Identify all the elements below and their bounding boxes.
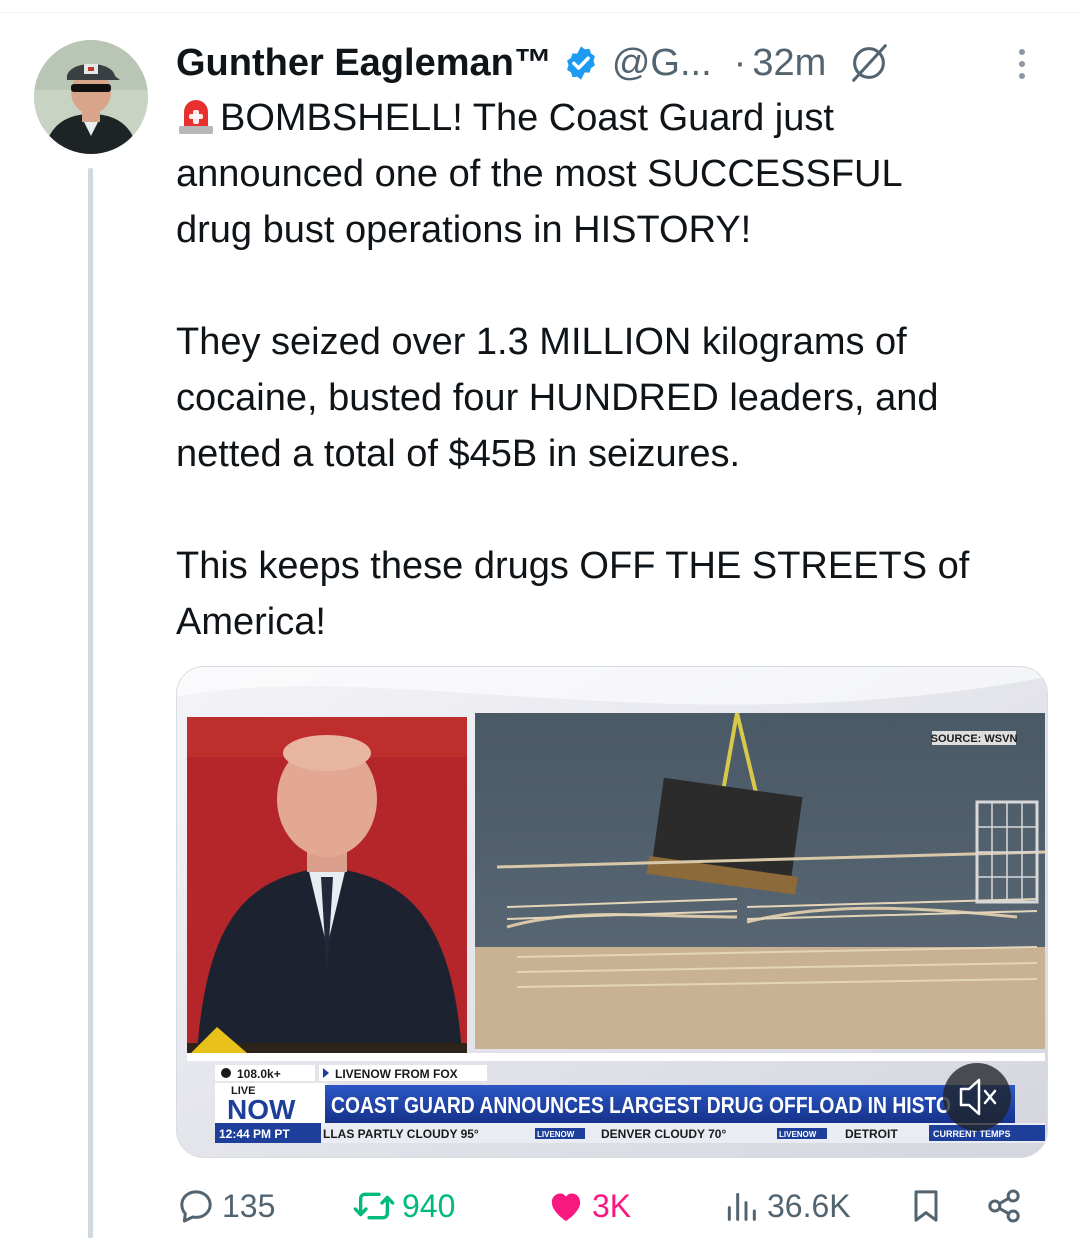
post-text: BOMBSHELL! The Coast Guard just announce… — [176, 90, 1056, 650]
video-frame: SOURCE: WSVN 108.0k+ LIVENOW FROM FOX LI… — [177, 667, 1047, 1157]
livenow-from-fox: LIVENOW FROM FOX — [335, 1067, 458, 1081]
like-count: 3K — [592, 1187, 632, 1224]
reply-count: 135 — [222, 1187, 276, 1224]
post-header: Gunther Eagleman™ @G... · 32m — [176, 38, 1056, 88]
verified-badge-icon[interactable] — [562, 44, 600, 82]
reply-icon — [180, 1190, 212, 1223]
ticker-weather-2: DENVER CLOUDY 70° — [601, 1127, 726, 1141]
siren-emoji-icon — [179, 100, 213, 134]
post-time[interactable]: 32m — [752, 42, 826, 85]
ticker-weather-3: DETROIT — [845, 1127, 898, 1141]
more-options-icon[interactable] — [1014, 44, 1030, 84]
repost-button[interactable]: 940 — [352, 1178, 455, 1234]
share-icon — [988, 1189, 1020, 1223]
post-text-line1: BOMBSHELL! The Coast Guard just — [220, 97, 834, 139]
thread-line — [88, 168, 93, 1238]
views-count: 36.6K — [767, 1187, 851, 1224]
repost-count: 940 — [402, 1187, 456, 1224]
mute-button[interactable] — [943, 1063, 1011, 1131]
video-media[interactable]: SOURCE: WSVN 108.0k+ LIVENOW FROM FOX LI… — [176, 666, 1048, 1158]
bookmark-button[interactable] — [906, 1178, 952, 1234]
separator-dot: · — [733, 41, 747, 84]
reply-button[interactable]: 135 — [176, 1178, 275, 1234]
grok-icon[interactable] — [846, 40, 892, 86]
now-label: NOW — [227, 1094, 296, 1125]
author-name[interactable]: Gunther Eagleman™ — [176, 42, 552, 85]
ticker-weather-1: LLAS PARTLY CLOUDY 95° — [323, 1127, 479, 1141]
author-handle[interactable]: @G... — [612, 42, 712, 85]
share-button[interactable] — [984, 1178, 1030, 1234]
heart-icon — [551, 1193, 581, 1221]
viewer-count: 108.0k+ — [237, 1067, 281, 1081]
views-icon — [727, 1192, 756, 1221]
avatar-image — [34, 40, 148, 154]
views-button[interactable]: 36.6K — [721, 1178, 851, 1234]
like-button[interactable]: 3K — [546, 1178, 631, 1234]
action-bar: 135 940 3K 36.6K — [176, 1178, 1056, 1234]
bookmark-icon — [914, 1190, 938, 1222]
ticker-badge-2: LIVENOW — [779, 1130, 817, 1139]
top-divider — [0, 12, 1080, 13]
repost-icon — [353, 1192, 395, 1220]
video-time: 12:44 PM PT — [219, 1127, 290, 1141]
author-avatar[interactable] — [34, 40, 148, 154]
post-text-body: announced one of the most SUCCESSFUL dru… — [176, 153, 970, 643]
ticker-badge-1: LIVENOW — [537, 1130, 575, 1139]
source-label: SOURCE: WSVN — [931, 733, 1018, 745]
headline-text: COAST GUARD ANNOUNCES LARGEST DRUG OFFLO… — [331, 1092, 951, 1118]
